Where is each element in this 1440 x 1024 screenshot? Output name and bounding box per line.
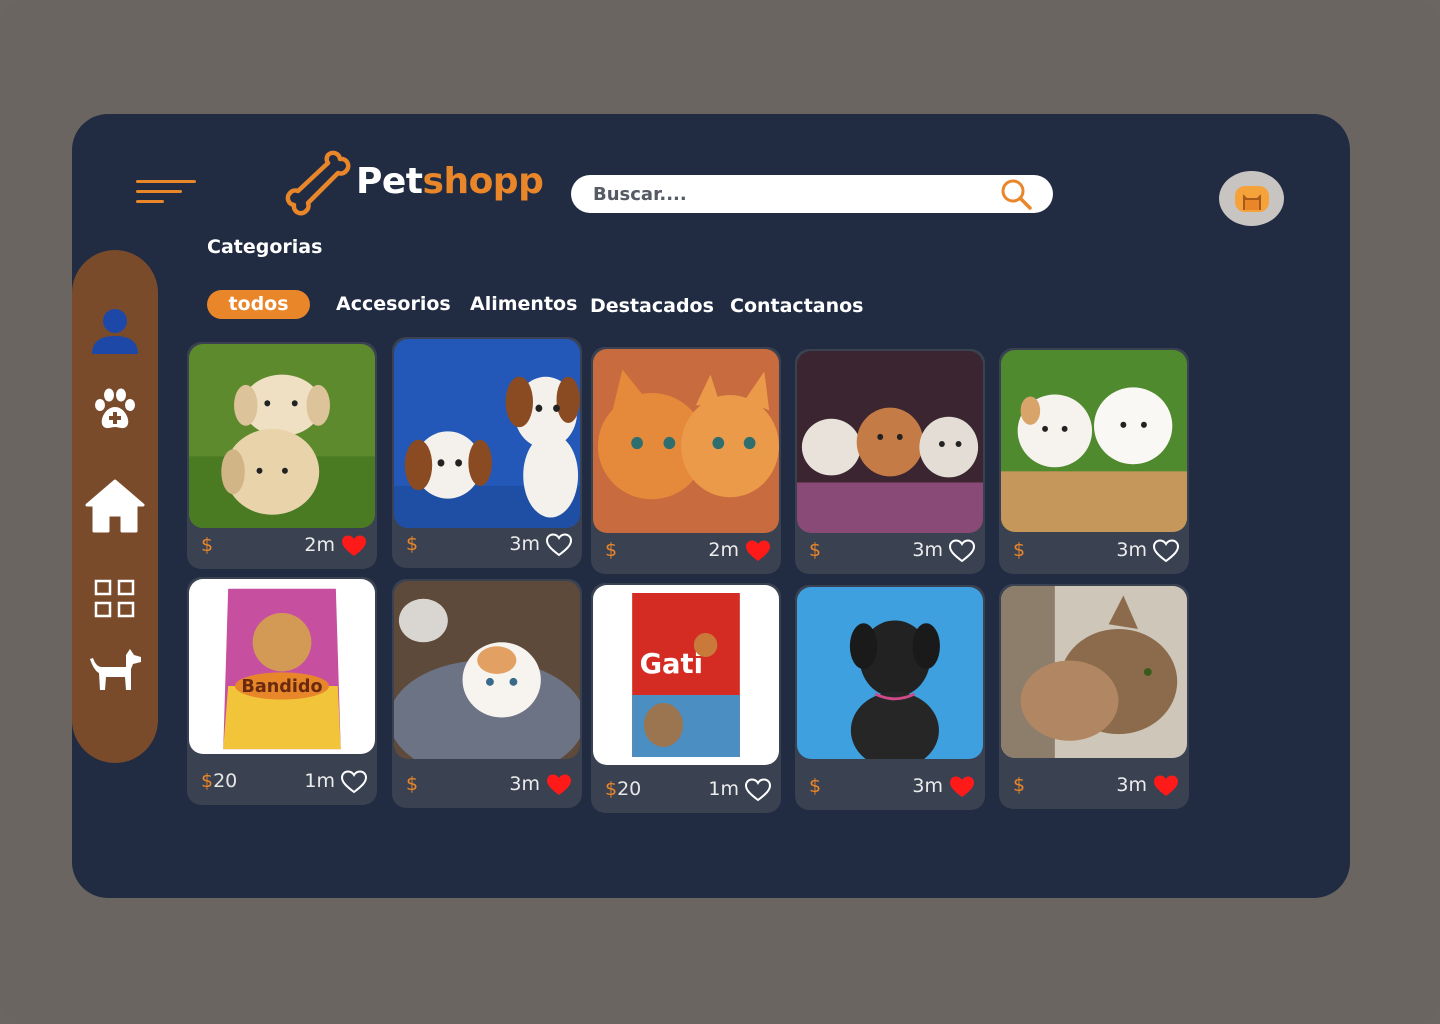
card-footer: $3m <box>795 530 985 574</box>
currency-symbol: $ <box>201 534 214 556</box>
search-input[interactable] <box>593 183 997 205</box>
product-image[interactable]: Bandido <box>189 579 375 754</box>
currency-symbol: $ <box>406 773 419 795</box>
product-image[interactable] <box>1001 586 1187 758</box>
time-label: 3m <box>509 773 540 795</box>
time-label: 1m <box>708 778 739 800</box>
currency-symbol: $ <box>605 778 618 800</box>
tab-contactanos[interactable]: Contactanos <box>730 292 863 320</box>
product-image[interactable]: Gati <box>593 585 779 765</box>
cat-avatar-icon <box>1234 185 1269 212</box>
product-image[interactable] <box>797 587 983 759</box>
heart-outline-icon[interactable] <box>545 533 573 557</box>
logo[interactable]: Petshopp <box>284 148 544 220</box>
time-label: 3m <box>912 539 943 561</box>
product-image[interactable] <box>797 351 983 533</box>
price-label: $ <box>406 533 418 555</box>
currency-symbol: $ <box>809 539 822 561</box>
product-card[interactable]: Bandido $20 1m <box>187 577 377 805</box>
svg-text:Bandido: Bandido <box>241 677 322 697</box>
card-footer: $3m <box>392 764 582 808</box>
time-label: 2m <box>304 534 335 556</box>
price-label: $20 <box>605 778 641 800</box>
sidebar <box>72 250 158 763</box>
product-card[interactable]: $3m <box>999 348 1189 574</box>
tab-todos[interactable]: todos <box>207 290 310 319</box>
price-label: $20 <box>201 770 237 792</box>
card-footer: $3m <box>392 524 582 568</box>
product-card[interactable]: $3m <box>999 584 1189 809</box>
price-label: $ <box>406 773 418 795</box>
price-label: $ <box>201 534 213 556</box>
time-label: 3m <box>509 533 540 555</box>
svg-text:Gati: Gati <box>640 647 703 680</box>
currency-symbol: $ <box>809 775 822 797</box>
heart-filled-icon[interactable] <box>341 534 367 558</box>
avatar[interactable] <box>1219 171 1284 226</box>
time-label: 1m <box>304 770 335 792</box>
currency-symbol: $ <box>605 539 618 561</box>
tab-alimentos[interactable]: Alimentos <box>470 290 577 318</box>
card-footer: $20 1m <box>591 769 781 813</box>
card-footer: $3m <box>999 765 1189 809</box>
time-label: 3m <box>1116 774 1147 796</box>
heart-outline-icon[interactable] <box>1152 539 1180 563</box>
product-card[interactable]: $3m <box>795 585 985 810</box>
card-footer: $3m <box>795 766 985 810</box>
card-footer: $3m <box>999 530 1189 574</box>
heart-filled-icon[interactable] <box>949 775 975 799</box>
card-footer: $2m <box>187 525 377 569</box>
product-image[interactable] <box>394 581 580 759</box>
heart-outline-icon[interactable] <box>340 770 368 794</box>
product-card[interactable]: $2m <box>187 342 377 569</box>
heart-outline-icon[interactable] <box>744 778 772 802</box>
price-label: $ <box>809 539 821 561</box>
price-value: 20 <box>617 778 642 800</box>
product-card[interactable]: $3m <box>392 337 582 568</box>
price-label: $ <box>605 539 617 561</box>
home-icon[interactable] <box>72 475 158 537</box>
product-image[interactable] <box>593 349 779 533</box>
price-label: $ <box>1013 539 1025 561</box>
time-label: 3m <box>1116 539 1147 561</box>
heart-filled-icon[interactable] <box>1153 774 1179 798</box>
grid-icon[interactable] <box>72 578 158 620</box>
currency-symbol: $ <box>1013 774 1026 796</box>
heart-filled-icon[interactable] <box>745 539 771 563</box>
price-label: $ <box>1013 774 1025 796</box>
card-footer: $2m <box>591 530 781 574</box>
dog-icon[interactable] <box>72 642 158 696</box>
product-card[interactable]: Gati $20 1m <box>591 583 781 813</box>
user-icon[interactable] <box>72 302 158 358</box>
tab-destacados[interactable]: Destacados <box>590 292 714 320</box>
search-bar[interactable] <box>571 175 1053 213</box>
time-label: 3m <box>912 775 943 797</box>
heart-filled-icon[interactable] <box>546 773 572 797</box>
product-card[interactable]: $3m <box>795 349 985 574</box>
brand-name: Petshopp <box>356 160 544 202</box>
product-card[interactable]: $3m <box>392 579 582 808</box>
product-card[interactable]: $2m <box>591 347 781 574</box>
price-label: $ <box>809 775 821 797</box>
bone-icon <box>285 150 351 216</box>
search-icon[interactable] <box>997 175 1035 213</box>
product-image[interactable] <box>1001 350 1187 532</box>
tab-accesorios[interactable]: Accesorios <box>336 290 451 318</box>
currency-symbol: $ <box>1013 539 1026 561</box>
price-value: 20 <box>213 770 238 792</box>
paw-plus-icon[interactable] <box>72 382 158 438</box>
heart-outline-icon[interactable] <box>948 539 976 563</box>
product-image[interactable] <box>189 344 375 528</box>
card-footer: $20 1m <box>187 761 377 805</box>
product-image[interactable] <box>394 339 580 528</box>
categories-title: Categorias <box>207 236 323 258</box>
currency-symbol: $ <box>406 533 419 555</box>
hamburger-menu-icon[interactable] <box>136 180 196 206</box>
time-label: 2m <box>708 539 739 561</box>
currency-symbol: $ <box>201 770 214 792</box>
